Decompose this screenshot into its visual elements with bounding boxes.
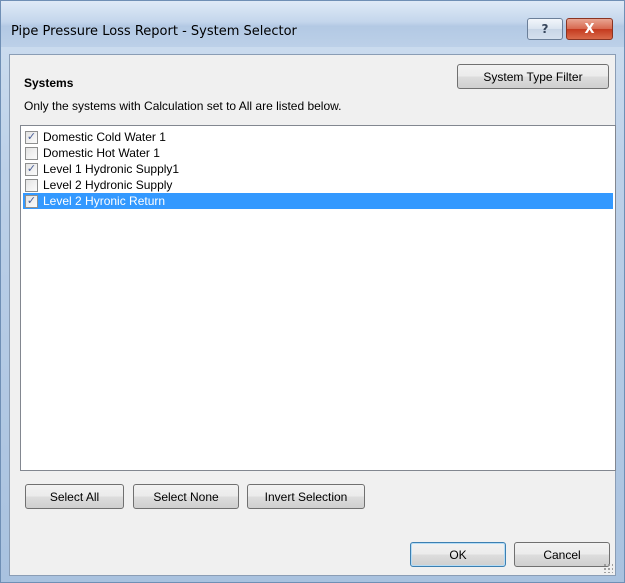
system-list-item[interactable]: Domestic Cold Water 1 [23, 129, 613, 145]
system-label: Domestic Hot Water 1 [43, 146, 160, 160]
systems-description: Only the systems with Calculation set to… [24, 99, 342, 113]
select-all-button[interactable]: Select All [25, 484, 124, 509]
cancel-label: Cancel [543, 547, 581, 562]
system-label: Level 2 Hydronic Supply [43, 178, 173, 192]
system-label: Level 2 Hyronic Return [43, 194, 166, 208]
ok-button[interactable]: OK [410, 542, 506, 567]
select-all-label: Select All [49, 489, 100, 504]
system-label: Domestic Cold Water 1 [43, 130, 166, 144]
system-list-item[interactable]: Domestic Hot Water 1 [23, 145, 613, 161]
invert-selection-button[interactable]: Invert Selection [247, 484, 365, 509]
systems-heading: Systems [24, 76, 74, 90]
system-list-item[interactable]: Level 2 Hydronic Supply [23, 177, 613, 193]
cancel-button[interactable]: Cancel [514, 542, 610, 567]
select-none-button[interactable]: Select None [133, 484, 239, 509]
system-list-item[interactable]: Level 2 Hyronic Return [23, 193, 613, 209]
system-type-filter-button[interactable]: System Type Filter [457, 64, 609, 89]
window-title: Pipe Pressure Loss Report - System Selec… [11, 24, 297, 39]
system-checkbox[interactable] [25, 130, 38, 144]
system-label: Level 1 Hydronic Supply1 [43, 162, 180, 176]
dialog-body: Systems System Type Filter Only the syst… [9, 54, 616, 576]
system-checkbox[interactable] [25, 178, 38, 192]
select-none-label: Select None [153, 489, 219, 504]
system-type-filter-label: System Type Filter [483, 69, 583, 84]
resize-grip-icon[interactable] [603, 563, 613, 573]
close-icon: X [584, 21, 595, 37]
title-bar[interactable]: Pipe Pressure Loss Report - System Selec… [1, 1, 624, 47]
system-checkbox[interactable] [25, 162, 38, 176]
close-button[interactable]: X [566, 18, 613, 40]
systems-list[interactable]: Domestic Cold Water 1 Domestic Hot Water… [20, 125, 616, 471]
dialog-window: Pipe Pressure Loss Report - System Selec… [0, 0, 625, 583]
system-checkbox[interactable] [25, 146, 38, 160]
invert-selection-label: Invert Selection [264, 489, 348, 504]
help-button[interactable]: ? [527, 18, 563, 40]
help-icon: ? [541, 22, 549, 36]
system-checkbox[interactable] [25, 194, 38, 208]
system-list-item[interactable]: Level 1 Hydronic Supply1 [23, 161, 613, 177]
ok-label: OK [449, 547, 467, 562]
